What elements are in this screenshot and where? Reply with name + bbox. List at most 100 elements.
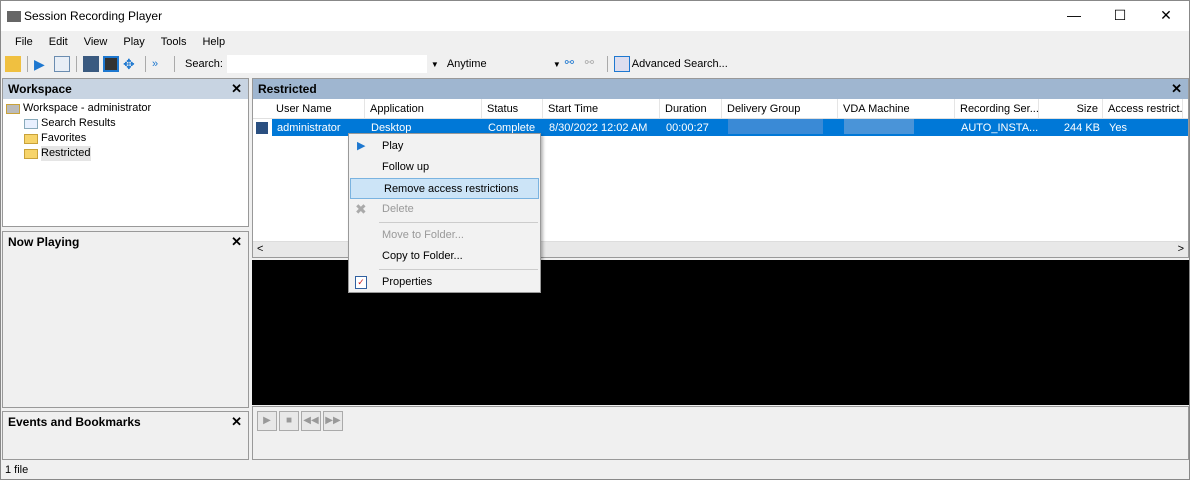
folder-icon xyxy=(24,148,38,159)
col-delivery-group[interactable]: Delivery Group xyxy=(722,99,838,118)
col-recording-server[interactable]: Recording Ser... xyxy=(955,99,1039,118)
close-button[interactable]: ✕ xyxy=(1143,1,1189,31)
cell-user-name: administrator xyxy=(277,121,341,134)
play-icon[interactable]: ▶ xyxy=(34,56,50,72)
maximize-button[interactable]: ☐ xyxy=(1097,1,1143,31)
events-title: Events and Bookmarks xyxy=(8,415,141,429)
properties-icon: ✓ xyxy=(355,276,367,289)
search-input[interactable] xyxy=(226,55,427,73)
workspace-header: Workspace ✕ xyxy=(3,79,248,99)
menu-item-label: Play xyxy=(382,140,404,152)
separator xyxy=(76,56,77,72)
search-dropdown-arrow-icon[interactable]: ▼ xyxy=(431,60,439,69)
separator xyxy=(27,56,28,72)
minimize-button[interactable]: — xyxy=(1051,1,1097,31)
stop-control-icon[interactable]: ■ xyxy=(279,411,299,431)
col-size[interactable]: Size xyxy=(1039,99,1103,118)
now-playing-header: Now Playing ✕ xyxy=(3,232,248,252)
menu-item-label: Delete xyxy=(382,203,414,215)
close-icon[interactable]: ✕ xyxy=(1171,81,1182,97)
menu-view[interactable]: View xyxy=(76,36,116,48)
restricted-header: Restricted ✕ xyxy=(253,79,1188,99)
binoculars-icon[interactable]: ⚯ xyxy=(565,56,581,72)
title-bar: Session Recording Player — ☐ ✕ xyxy=(1,1,1189,31)
menu-play[interactable]: Play xyxy=(115,36,152,48)
cell-access-restricted: Yes xyxy=(1109,121,1127,134)
col-access-restricted[interactable]: Access restrict... xyxy=(1103,99,1183,118)
time-filter-arrow-icon[interactable]: ▼ xyxy=(553,60,561,69)
col-duration[interactable]: Duration xyxy=(660,99,722,118)
rewind-control-icon[interactable]: ◀◀ xyxy=(301,411,321,431)
menu-item-follow-up[interactable]: Follow up xyxy=(349,157,540,178)
play-icon: ▶ xyxy=(357,140,366,152)
menu-separator xyxy=(379,269,538,270)
window-icon[interactable] xyxy=(54,56,70,72)
menu-separator xyxy=(379,222,538,223)
separator xyxy=(606,56,608,72)
open-folder-icon[interactable] xyxy=(5,56,21,72)
play-control-icon[interactable]: ▶ xyxy=(257,411,277,431)
menu-help[interactable]: Help xyxy=(194,36,233,48)
cell-size: 244 KB xyxy=(1063,121,1100,134)
tree-item-restricted[interactable]: Restricted xyxy=(6,146,245,161)
col-application[interactable]: Application xyxy=(365,99,482,118)
fast-forward-icon[interactable]: » xyxy=(152,56,168,72)
menu-item-play[interactable]: ▶ Play xyxy=(349,136,540,157)
forward-control-icon[interactable]: ▶▶ xyxy=(323,411,343,431)
separator xyxy=(145,56,146,72)
close-icon[interactable]: ✕ xyxy=(231,81,242,97)
workspace-tree: Workspace - administrator Search Results… xyxy=(3,99,248,163)
cell-start-time: 8/30/2022 12:02 AM xyxy=(549,121,648,134)
cell-application: Desktop xyxy=(371,121,412,134)
separator xyxy=(174,56,175,72)
follow-icon[interactable] xyxy=(83,56,99,72)
menu-item-properties[interactable]: ✓ Properties xyxy=(349,272,540,293)
events-header: Events and Bookmarks ✕ xyxy=(3,412,248,432)
time-filter-select[interactable]: Anytime xyxy=(443,58,549,70)
col-status[interactable]: Status xyxy=(482,99,543,118)
cell-duration: 00:00:27 xyxy=(666,121,709,134)
scroll-right-icon[interactable]: > xyxy=(1178,243,1184,255)
scroll-left-icon[interactable]: < xyxy=(257,243,263,255)
toolbar: ▶ ✥ » Search: ▼ Anytime ▼ ⚯ ⚯ Advanced S… xyxy=(1,53,1189,75)
col-start-time[interactable]: Start Time xyxy=(543,99,660,118)
menu-item-label: Remove access restrictions xyxy=(384,183,519,195)
advanced-search-label: Advanced Search... xyxy=(631,58,728,70)
status-bar: 1 file xyxy=(5,464,29,476)
tree-item-search-results[interactable]: Search Results xyxy=(6,116,245,131)
workspace-panel: Workspace ✕ Workspace - administrator Sea… xyxy=(2,78,249,227)
search-label: Search: xyxy=(185,58,223,70)
close-icon[interactable]: ✕ xyxy=(231,234,242,250)
fit-icon[interactable] xyxy=(103,56,119,72)
app-icon xyxy=(7,10,21,22)
menu-item-copy-to-folder[interactable]: Copy to Folder... xyxy=(349,246,540,267)
binoculars-disabled-icon: ⚯ xyxy=(584,57,594,69)
close-icon[interactable]: ✕ xyxy=(231,414,242,430)
menu-item-remove-access-restrictions[interactable]: Remove access restrictions xyxy=(350,178,539,199)
cell-status: Complete xyxy=(488,121,536,134)
move-icon[interactable]: ✥ xyxy=(123,56,139,72)
menu-item-label: Properties xyxy=(382,276,433,288)
delete-icon: ✖ xyxy=(355,201,367,217)
menu-file[interactable]: File xyxy=(7,36,41,48)
menu-item-label: Move to Folder... xyxy=(382,229,464,241)
tree-item-favorites[interactable]: Favorites xyxy=(6,131,245,146)
folder-icon xyxy=(24,133,38,144)
menu-item-label: Follow up xyxy=(382,161,430,173)
col-user-name[interactable]: User Name xyxy=(271,99,365,118)
advanced-search-button[interactable]: Advanced Search... xyxy=(613,56,728,72)
tree-root[interactable]: Workspace - administrator xyxy=(6,101,245,116)
redacted-block xyxy=(728,118,823,134)
restricted-title: Restricted xyxy=(258,82,317,96)
tree-item-label: Restricted xyxy=(41,146,91,161)
tree-root-label: Workspace - administrator xyxy=(23,102,152,114)
menu-item-move-to-folder[interactable]: Move to Folder... xyxy=(349,225,540,246)
menu-item-label: Copy to Folder... xyxy=(382,250,463,262)
menu-edit[interactable]: Edit xyxy=(41,36,76,48)
col-vda-machine[interactable]: VDA Machine xyxy=(838,99,955,118)
recording-icon xyxy=(256,121,268,134)
menu-tools[interactable]: Tools xyxy=(153,36,195,48)
workspace-icon xyxy=(6,103,20,114)
cell-recording-server: AUTO_INSTA... xyxy=(961,121,1039,134)
menu-item-delete[interactable]: ✖ Delete xyxy=(349,199,540,220)
